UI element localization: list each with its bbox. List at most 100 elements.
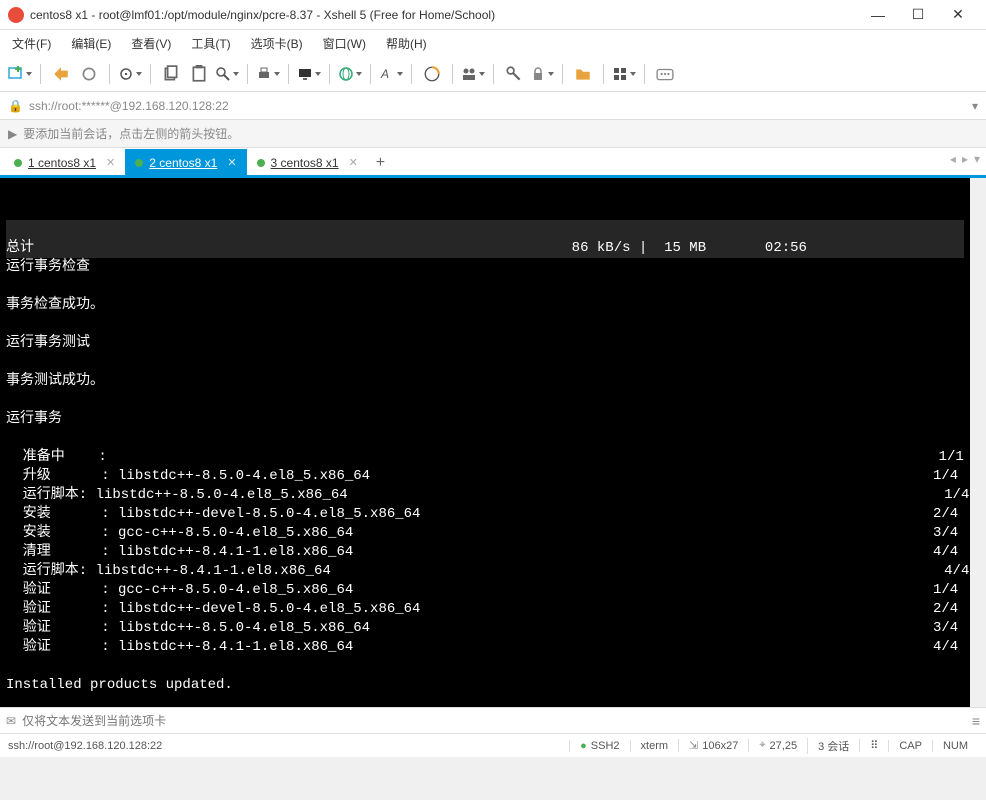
globe-button[interactable] xyxy=(338,62,362,86)
terminal-line: 总计 86 kB/s | 15 MB 02:56 xyxy=(6,239,964,258)
toolbar-separator xyxy=(370,64,371,84)
color-button[interactable] xyxy=(420,62,444,86)
key-button[interactable] xyxy=(502,62,526,86)
window-title: centos8 x1 - root@lmf01:/opt/module/ngin… xyxy=(30,8,858,22)
toolbar-separator xyxy=(411,64,412,84)
address-dropdown-icon[interactable]: ▾ xyxy=(972,99,978,113)
font-button[interactable]: A xyxy=(379,62,403,86)
maximize-button[interactable]: ☐ xyxy=(898,1,938,29)
toolbar-separator xyxy=(329,64,330,84)
tab-label: 1 centos8 x1 xyxy=(28,156,96,170)
send-input[interactable] xyxy=(22,714,966,728)
lock-button[interactable] xyxy=(530,62,554,86)
toolbar-separator xyxy=(288,64,289,84)
status-bar: ssh://root@192.168.120.128:22 ●SSH2 xter… xyxy=(0,733,986,757)
menu-edit[interactable]: 编辑(E) xyxy=(67,33,115,54)
folder-button[interactable] xyxy=(571,62,595,86)
status-dot-icon xyxy=(135,159,143,167)
status-grip-icon: ⠿ xyxy=(859,739,888,752)
terminal-line: 运行事务检查 xyxy=(6,258,964,277)
address-bar: 🔒 ssh://root:******@192.168.120.128:22 ▾ xyxy=(0,92,986,120)
terminal-task-line: 升级 : libstdc++-8.5.0-4.el8_5.x86_64 1/4 xyxy=(6,467,964,486)
session-tab-1[interactable]: 1 centos8 x1 ✕ xyxy=(4,149,125,175)
close-button[interactable]: ✕ xyxy=(938,1,978,29)
hint-bar: ▶ 要添加当前会话，点击左侧的箭头按钮。 xyxy=(0,120,986,148)
terminal-line: 事务测试成功。 xyxy=(6,372,964,391)
toolbar-separator xyxy=(562,64,563,84)
tab-label: 2 centos8 x1 xyxy=(149,156,217,170)
menu-view[interactable]: 查看(V) xyxy=(127,33,175,54)
properties-button[interactable] xyxy=(118,62,142,86)
menu-file[interactable]: 文件(F) xyxy=(8,33,55,54)
ssh-status-icon: ● xyxy=(580,740,587,752)
tab-list-icon[interactable]: ▾ xyxy=(974,152,980,166)
status-term: xterm xyxy=(630,740,679,752)
hint-text: 要添加当前会话，点击左侧的箭头按钮。 xyxy=(23,125,239,142)
tab-close-icon[interactable]: ✕ xyxy=(349,156,358,169)
scrollbar-thumb[interactable] xyxy=(972,218,982,278)
new-session-button[interactable] xyxy=(8,62,32,86)
send-bar: ✉ ≡ xyxy=(0,707,986,733)
print-button[interactable] xyxy=(256,62,280,86)
terminal-task-line: 清理 : libstdc++-8.4.1-1.el8.x86_64 4/4 xyxy=(6,543,964,562)
terminal-task-line: 验证 : gcc-c++-8.5.0-4.el8_5.x86_64 1/4 xyxy=(6,581,964,600)
status-cursor: ⌖27,25 xyxy=(748,739,807,752)
layout-button[interactable] xyxy=(612,62,636,86)
menu-help[interactable]: 帮助(H) xyxy=(382,33,431,54)
send-icon[interactable]: ✉ xyxy=(6,714,16,728)
terminal-task-line: 验证 : libstdc++-devel-8.5.0-4.el8_5.x86_6… xyxy=(6,600,964,619)
cursor-pos-icon: ⌖ xyxy=(759,739,765,752)
session-tab-bar: 1 centos8 x1 ✕ 2 centos8 x1 ✕ 3 centos8 … xyxy=(0,148,986,178)
reconnect-button[interactable] xyxy=(49,62,73,86)
tab-close-icon[interactable]: ✕ xyxy=(227,156,236,169)
menu-tabs[interactable]: 选项卡(B) xyxy=(247,33,307,54)
copy-button[interactable] xyxy=(159,62,183,86)
status-connection: ssh://root@192.168.120.128:22 xyxy=(8,740,569,752)
add-tab-button[interactable]: + xyxy=(368,149,393,175)
status-ssh: ●SSH2 xyxy=(569,740,629,752)
screen-button[interactable] xyxy=(297,62,321,86)
terminal-line: 运行事务 xyxy=(6,410,964,429)
tab-next-icon[interactable]: ▸ xyxy=(962,152,968,166)
menu-window[interactable]: 窗口(W) xyxy=(319,33,370,54)
session-tab-2[interactable]: 2 centos8 x1 ✕ xyxy=(125,149,246,175)
tab-label: 3 centos8 x1 xyxy=(271,156,339,170)
status-dot-icon xyxy=(257,159,265,167)
toolbar-separator xyxy=(247,64,248,84)
help-icon-button[interactable] xyxy=(653,62,677,86)
toolbar-separator xyxy=(109,64,110,84)
tab-nav: ◂ ▸ ▾ xyxy=(950,152,980,166)
menu-tools[interactable]: 工具(T) xyxy=(187,33,234,54)
status-sessions: 3 会话 xyxy=(807,738,859,754)
toolbar-separator xyxy=(150,64,151,84)
address-text[interactable]: ssh://root:******@192.168.120.128:22 xyxy=(29,99,966,113)
terminal-task-line: 运行脚本: libstdc++-8.4.1-1.el8.x86_64 4/4 xyxy=(6,562,964,581)
toolbar-separator xyxy=(452,64,453,84)
disconnect-button[interactable] xyxy=(77,62,101,86)
status-num: NUM xyxy=(932,740,978,752)
svg-text:A: A xyxy=(380,67,389,81)
toolbar-separator xyxy=(40,64,41,84)
terminal-line: Installed products updated. xyxy=(6,676,964,695)
find-button[interactable] xyxy=(215,62,239,86)
lock-icon: 🔒 xyxy=(8,99,23,113)
bookmark-add-icon[interactable]: ▶ xyxy=(8,127,17,141)
toolbar-separator xyxy=(493,64,494,84)
terminal-output[interactable]: 总计 86 kB/s | 15 MB 02:56 运行事务检查 事务检查成功。 … xyxy=(0,178,986,707)
tab-prev-icon[interactable]: ◂ xyxy=(950,152,956,166)
menubar: 文件(F) 编辑(E) 查看(V) 工具(T) 选项卡(B) 窗口(W) 帮助(… xyxy=(0,30,986,56)
paste-button[interactable] xyxy=(187,62,211,86)
minimize-button[interactable]: — xyxy=(858,1,898,29)
session-tab-3[interactable]: 3 centos8 x1 ✕ xyxy=(247,149,368,175)
status-dot-icon xyxy=(14,159,22,167)
terminal-line: 事务检查成功。 xyxy=(6,296,964,315)
send-menu-icon[interactable]: ≡ xyxy=(972,713,980,729)
toolbar-separator xyxy=(603,64,604,84)
terminal-task-line: 验证 : libstdc++-8.4.1-1.el8.x86_64 4/4 xyxy=(6,638,964,657)
users-button[interactable] xyxy=(461,62,485,86)
size-icon: ⇲ xyxy=(689,739,698,752)
tab-close-icon[interactable]: ✕ xyxy=(106,156,115,169)
terminal-task-line: 运行脚本: libstdc++-8.5.0-4.el8_5.x86_64 1/4 xyxy=(6,486,964,505)
terminal-task-line: 安装 : gcc-c++-8.5.0-4.el8_5.x86_64 3/4 xyxy=(6,524,964,543)
status-cap: CAP xyxy=(888,740,932,752)
